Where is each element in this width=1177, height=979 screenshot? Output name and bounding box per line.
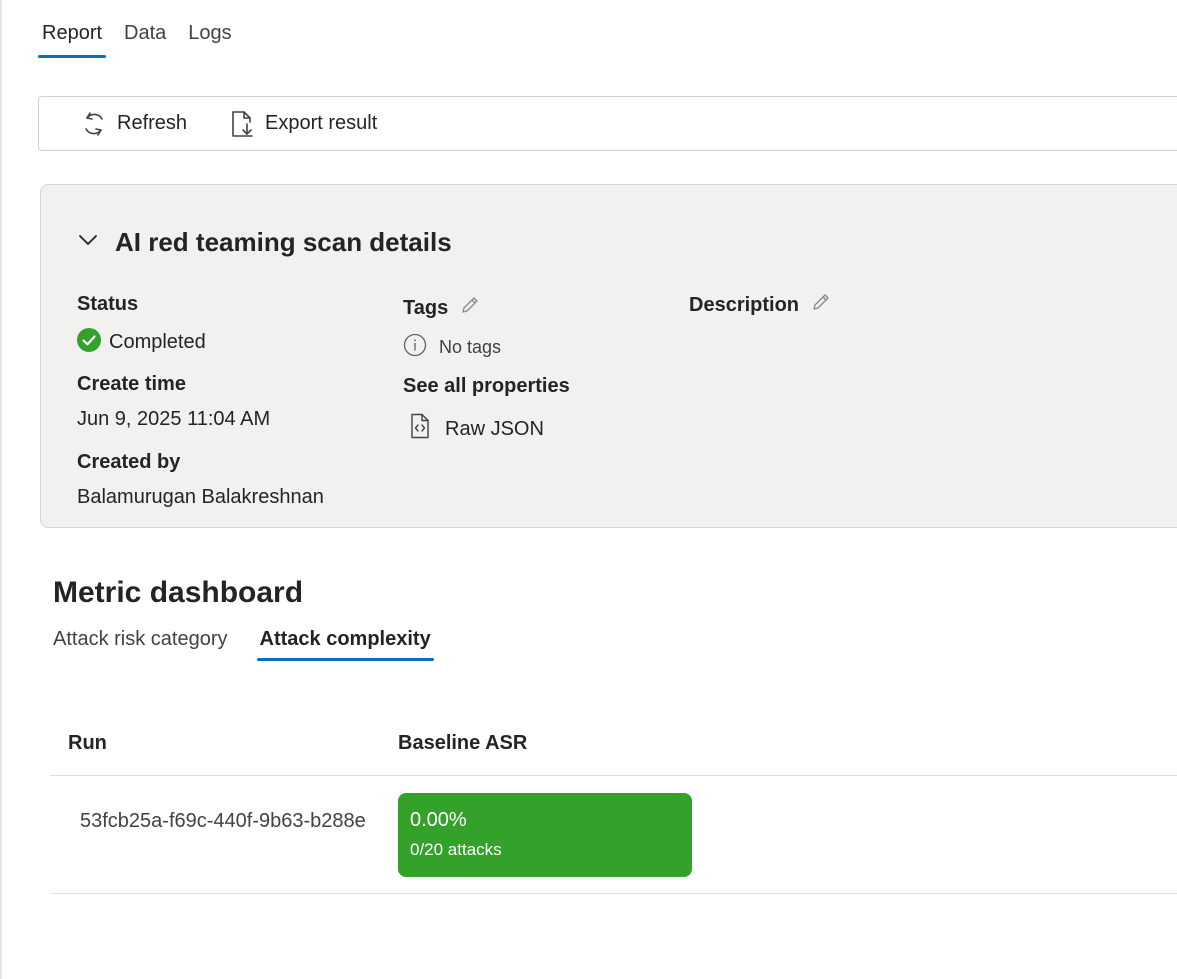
metric-tab-list: Attack risk category Attack complexity	[53, 628, 463, 661]
see-all-properties-label: See all properties	[403, 375, 570, 397]
refresh-icon	[81, 110, 107, 138]
tab-logs[interactable]: Logs	[184, 18, 235, 58]
tab-data[interactable]: Data	[120, 18, 170, 58]
refresh-label: Refresh	[117, 112, 188, 134]
tab-report[interactable]: Report	[38, 18, 107, 58]
asr-attacks-count: 0/20 attacks	[410, 840, 502, 859]
column-header-run: Run	[68, 732, 107, 754]
run-id-cell: 53fcb25a-f69c-440f-9b63-b288e	[80, 810, 366, 832]
code-file-icon	[409, 413, 431, 445]
export-document-icon	[229, 110, 255, 138]
raw-json-link[interactable]: Raw JSON	[409, 413, 544, 445]
create-time-label: Create time	[77, 373, 186, 395]
edit-tags-pencil-icon[interactable]	[460, 295, 480, 321]
column-header-baseline-asr: Baseline ASR	[398, 732, 528, 754]
status-value: Completed	[109, 331, 206, 353]
table-row: 53fcb25a-f69c-440f-9b63-b288e 0.00% 0/20…	[50, 776, 1177, 894]
baseline-asr-cell[interactable]: 0.00% 0/20 attacks	[398, 793, 692, 877]
scan-details-title: AI red teaming scan details	[115, 227, 452, 257]
tab-attack-risk-category[interactable]: Attack risk category	[53, 628, 228, 661]
table-header-row: Run Baseline ASR	[50, 712, 1177, 776]
created-by-value: Balamurugan Balakreshnan	[77, 486, 324, 508]
metric-dashboard-title: Metric dashboard	[53, 576, 304, 609]
refresh-button[interactable]: Refresh	[81, 110, 187, 138]
scan-details-card: AI red teaming scan details Status Compl…	[40, 184, 1177, 528]
toolbar: Refresh Export result	[38, 96, 1177, 151]
info-icon	[403, 333, 427, 362]
tab-attack-complexity[interactable]: Attack complexity	[256, 628, 434, 661]
create-time-value: Jun 9, 2025 11:04 AM	[77, 408, 271, 430]
no-tags-text: No tags	[439, 337, 502, 357]
raw-json-label: Raw JSON	[445, 417, 544, 440]
tags-label: Tags	[403, 296, 449, 319]
metric-table: Run Baseline ASR 53fcb25a-f69c-440f-9b63…	[50, 712, 1177, 894]
chevron-down-icon	[77, 233, 99, 252]
description-label-row: Description	[689, 292, 831, 318]
check-circle-icon	[77, 328, 101, 357]
status-label: Status	[77, 293, 139, 315]
tags-label-row: Tags	[403, 295, 480, 321]
no-tags-row: No tags	[403, 333, 501, 362]
edit-description-pencil-icon[interactable]	[811, 292, 831, 318]
export-result-button[interactable]: Export result	[229, 110, 377, 138]
created-by-label: Created by	[77, 451, 181, 473]
status-value-row: Completed	[77, 328, 206, 357]
top-tab-list: Report Data Logs	[38, 18, 250, 58]
export-result-label: Export result	[265, 112, 378, 134]
status-label-wrap: Status	[77, 293, 138, 316]
page-left-border	[0, 0, 2, 979]
description-label: Description	[689, 293, 800, 316]
scan-details-header[interactable]: AI red teaming scan details	[77, 227, 452, 258]
asr-percentage: 0.00%	[410, 809, 467, 831]
